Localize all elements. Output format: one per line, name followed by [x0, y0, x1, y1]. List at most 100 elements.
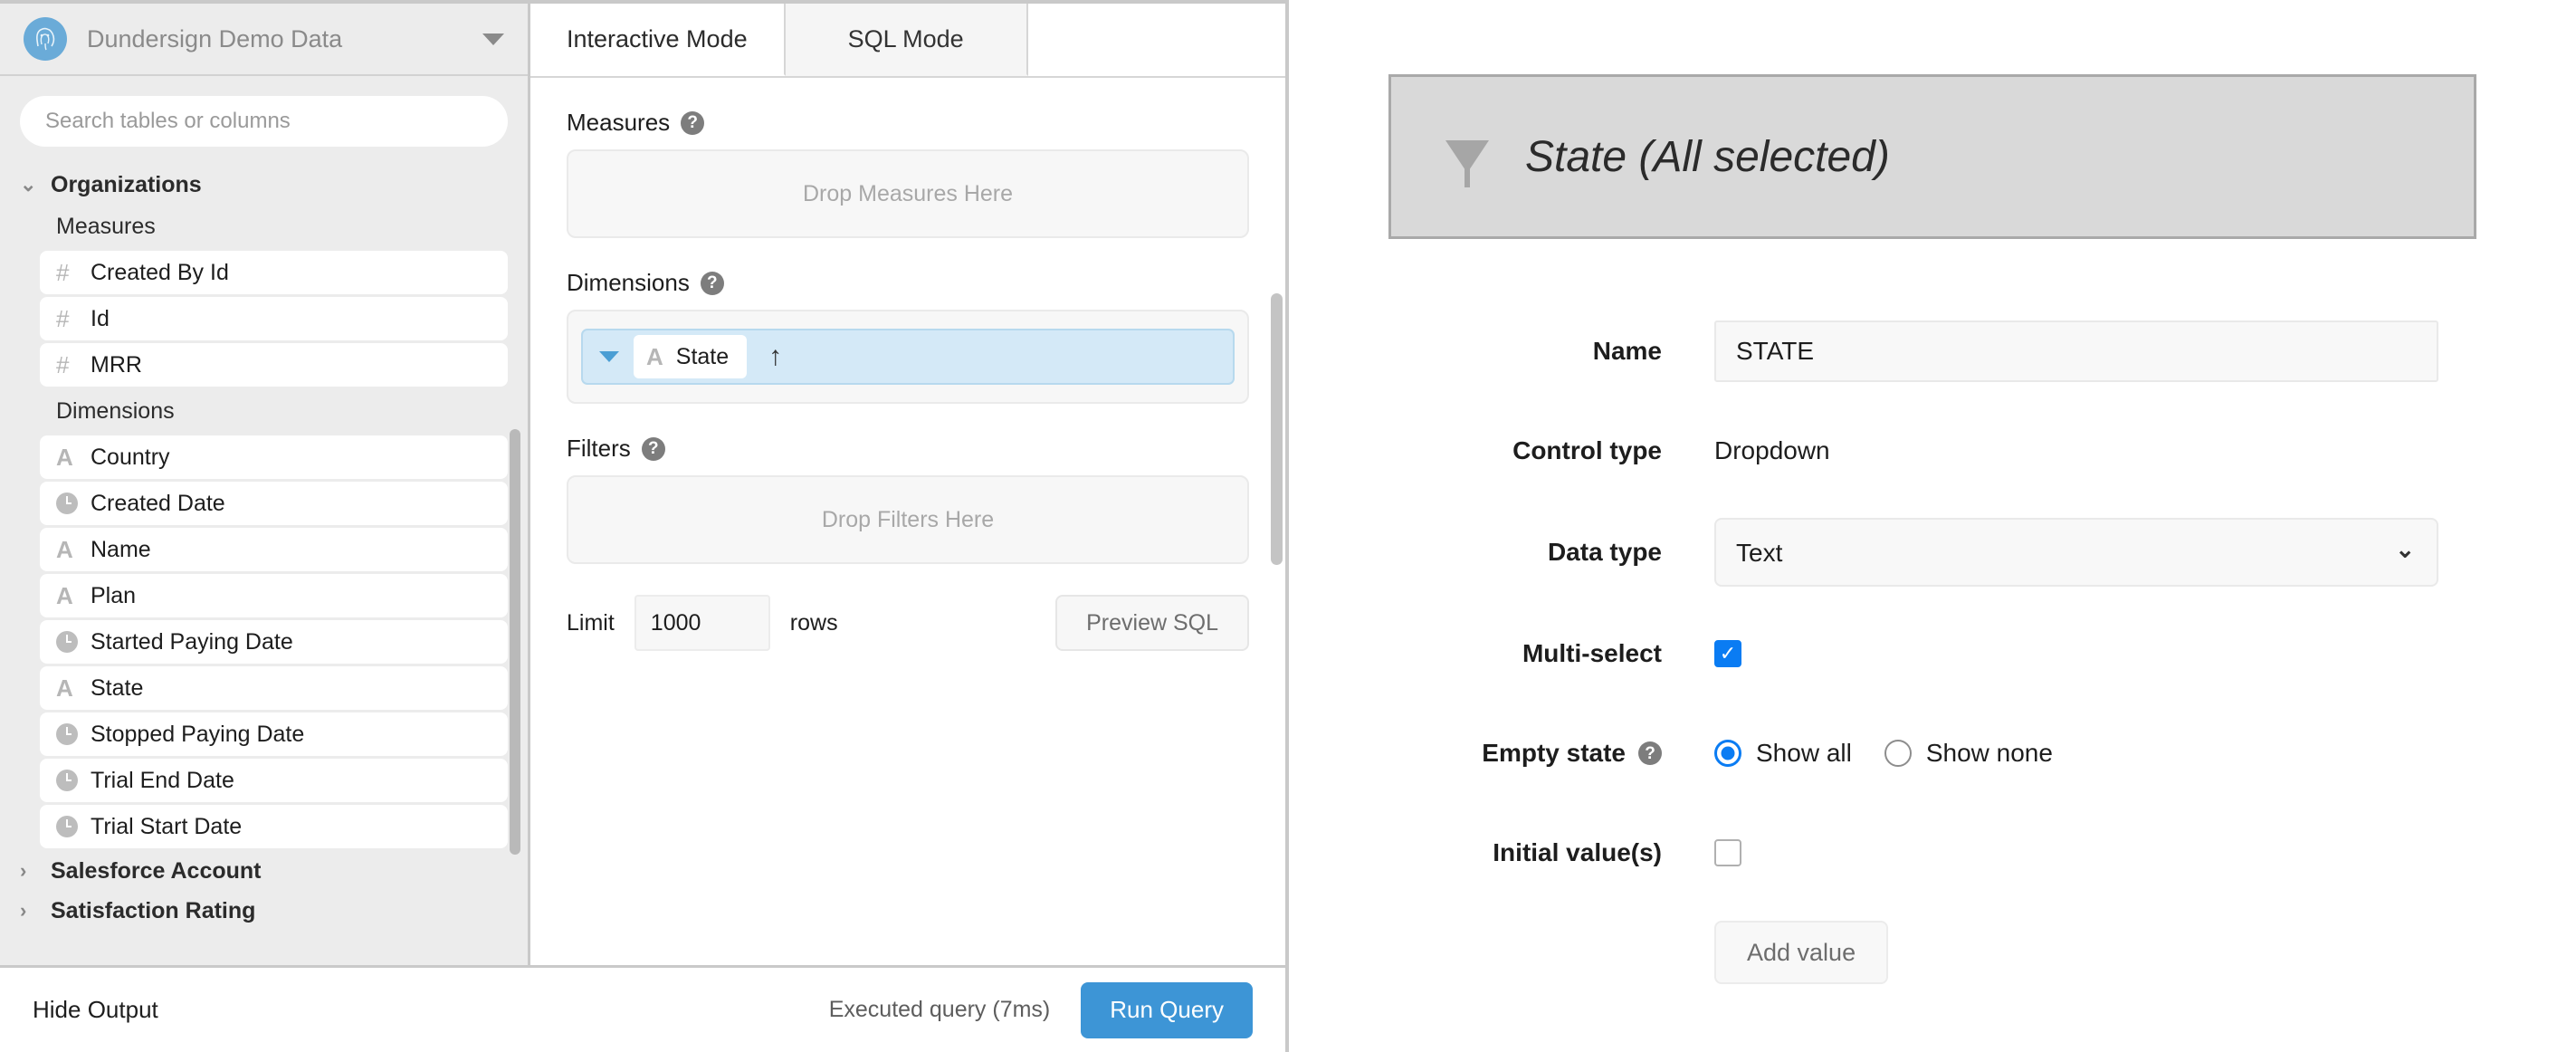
add-value-button[interactable]: Add value — [1714, 921, 1889, 984]
sort-ascending-icon[interactable]: ↑ — [768, 343, 782, 370]
form-row-multi-select: Multi-select ✓ — [1388, 621, 2476, 686]
filter-title: State (All selected) — [1525, 132, 1890, 181]
filters-heading: Filters ? — [567, 435, 1249, 463]
field-label: Created By Id — [91, 259, 229, 285]
measures-dropzone[interactable]: Drop Measures Here — [567, 149, 1249, 238]
radio-show-none-label: Show none — [1925, 739, 2053, 767]
query-builder-panel: Interactive Mode SQL Mode Measures ? Dro… — [530, 4, 1285, 965]
preview-sql-button[interactable]: Preview SQL — [1055, 595, 1249, 651]
letter-a-icon: A — [56, 581, 73, 609]
builder-tabs: Interactive Mode SQL Mode — [530, 4, 1285, 78]
measures-heading: Measures ? — [567, 109, 1249, 137]
list-item[interactable]: # Created By Id — [40, 251, 508, 294]
dimensions-heading-label: Dimensions — [567, 269, 690, 296]
list-item[interactable]: A Name — [40, 528, 508, 571]
sidebar-table-satisfaction-rating[interactable]: › Satisfaction Rating — [0, 891, 528, 931]
schema-tree: ⌄ Organizations Measures # Created By Id… — [0, 158, 528, 965]
sidebar-scrollbar[interactable] — [510, 429, 520, 855]
tab-label: Interactive Mode — [567, 24, 748, 53]
schema-sidebar: Dundersign Demo Data ⌄ Organizations Mea… — [0, 4, 530, 965]
postgres-elephant-icon — [24, 17, 67, 61]
clock-icon — [56, 723, 91, 745]
list-item[interactable]: Trial Start Date — [40, 805, 508, 848]
list-item[interactable]: Stopped Paying Date — [40, 712, 508, 756]
field-label: Started Paying Date — [91, 628, 293, 655]
list-item[interactable]: # MRR — [40, 343, 508, 387]
filter-banner[interactable]: State (All selected) — [1388, 74, 2476, 239]
radio-show-all-input[interactable] — [1714, 740, 1741, 767]
name-control — [1714, 320, 2476, 382]
data-type-select[interactable]: Text — [1714, 518, 2438, 587]
chevron-down-icon: ⌄ — [20, 173, 37, 196]
help-icon[interactable]: ? — [681, 110, 705, 135]
filters-dropzone[interactable]: Drop Filters Here — [567, 475, 1249, 564]
group-label-dimensions: Dimensions — [56, 397, 175, 424]
form-row-data-type: Data type Text ⌄ — [1388, 518, 2476, 587]
filters-heading-label: Filters — [567, 435, 631, 462]
list-item[interactable]: Started Paying Date — [40, 620, 508, 664]
chevron-down-icon[interactable] — [482, 33, 504, 45]
field-label: Trial Start Date — [91, 813, 243, 839]
name-input[interactable] — [1714, 320, 2438, 382]
run-query-button[interactable]: Run Query — [1081, 981, 1253, 1038]
initial-values-control — [1714, 839, 2476, 866]
tab-interactive-mode[interactable]: Interactive Mode — [530, 4, 786, 76]
hash-icon: # — [56, 350, 70, 378]
control-type-control: Dropdown — [1714, 436, 2476, 465]
limit-label: Limit — [567, 609, 615, 636]
filter-settings-panel: State (All selected) Name Control type D… — [1289, 0, 2576, 1052]
initial-values-checkbox[interactable] — [1714, 839, 1741, 866]
list-item[interactable]: Created Date — [40, 482, 508, 525]
builder-scrollbar[interactable] — [1271, 293, 1283, 565]
letter-a-icon: A — [646, 342, 663, 370]
hide-output-button[interactable]: Hide Output — [33, 996, 158, 1024]
dimension-chip[interactable]: A State — [634, 335, 748, 378]
limit-input[interactable] — [634, 595, 770, 651]
field-label: State — [91, 674, 144, 701]
database-selector[interactable]: Dundersign Demo Data — [0, 4, 528, 76]
sidebar-table-organizations[interactable]: ⌄ Organizations — [0, 165, 528, 205]
chevron-down-icon[interactable] — [599, 351, 619, 362]
empty-state-control: Show all Show none — [1714, 739, 2476, 768]
empty-state-label-text: Empty state — [1482, 739, 1626, 767]
clock-icon — [56, 816, 91, 837]
limit-row: Limit rows Preview SQL — [567, 595, 1249, 651]
field-label: Id — [91, 305, 110, 331]
form-row-control-type: Control type Dropdown — [1388, 418, 2476, 483]
list-item[interactable]: A State — [40, 666, 508, 710]
dimensions-dropzone[interactable]: A State ↑ — [567, 310, 1249, 404]
data-type-select-wrap: Text ⌄ — [1714, 518, 2438, 587]
multi-select-checkbox[interactable]: ✓ — [1714, 640, 1741, 667]
radio-show-none[interactable]: Show none — [1884, 739, 2053, 768]
name-label: Name — [1592, 337, 1662, 365]
field-label: Created Date — [91, 490, 225, 516]
list-item[interactable]: A Country — [40, 435, 508, 479]
filters-dropzone-placeholder: Drop Filters Here — [821, 506, 995, 532]
tabs-filler — [1027, 4, 1285, 76]
radio-show-none-input[interactable] — [1884, 740, 1912, 767]
field-label: Country — [91, 444, 170, 470]
tab-sql-mode[interactable]: SQL Mode — [785, 4, 1028, 76]
dimension-pill-state[interactable]: A State ↑ — [581, 329, 1235, 385]
field-label: Plan — [91, 582, 137, 608]
list-item[interactable]: Trial End Date — [40, 759, 508, 802]
sidebar-table-salesforce-account[interactable]: › Salesforce Account — [0, 851, 528, 891]
rows-label: rows — [789, 609, 838, 636]
funnel-icon — [1445, 140, 1489, 187]
help-icon[interactable]: ? — [700, 271, 724, 295]
clock-icon — [56, 631, 91, 653]
multi-select-control: ✓ — [1714, 640, 2476, 667]
empty-state-label: Empty state ? — [1388, 739, 1714, 768]
radio-show-all[interactable]: Show all — [1714, 739, 1852, 768]
measures-heading-label: Measures — [567, 109, 671, 136]
search-input[interactable] — [20, 96, 508, 147]
help-icon[interactable]: ? — [641, 436, 665, 461]
form-row-initial-values: Initial value(s) — [1388, 820, 2476, 885]
list-item[interactable]: A Plan — [40, 574, 508, 617]
help-icon[interactable]: ? — [1638, 741, 1662, 765]
field-label: Name — [91, 536, 151, 562]
initial-values-label: Initial value(s) — [1493, 838, 1662, 866]
builder-content: Measures ? Drop Measures Here Dimensions… — [530, 78, 1285, 965]
data-type-label: Data type — [1547, 538, 1662, 566]
list-item[interactable]: # Id — [40, 297, 508, 340]
